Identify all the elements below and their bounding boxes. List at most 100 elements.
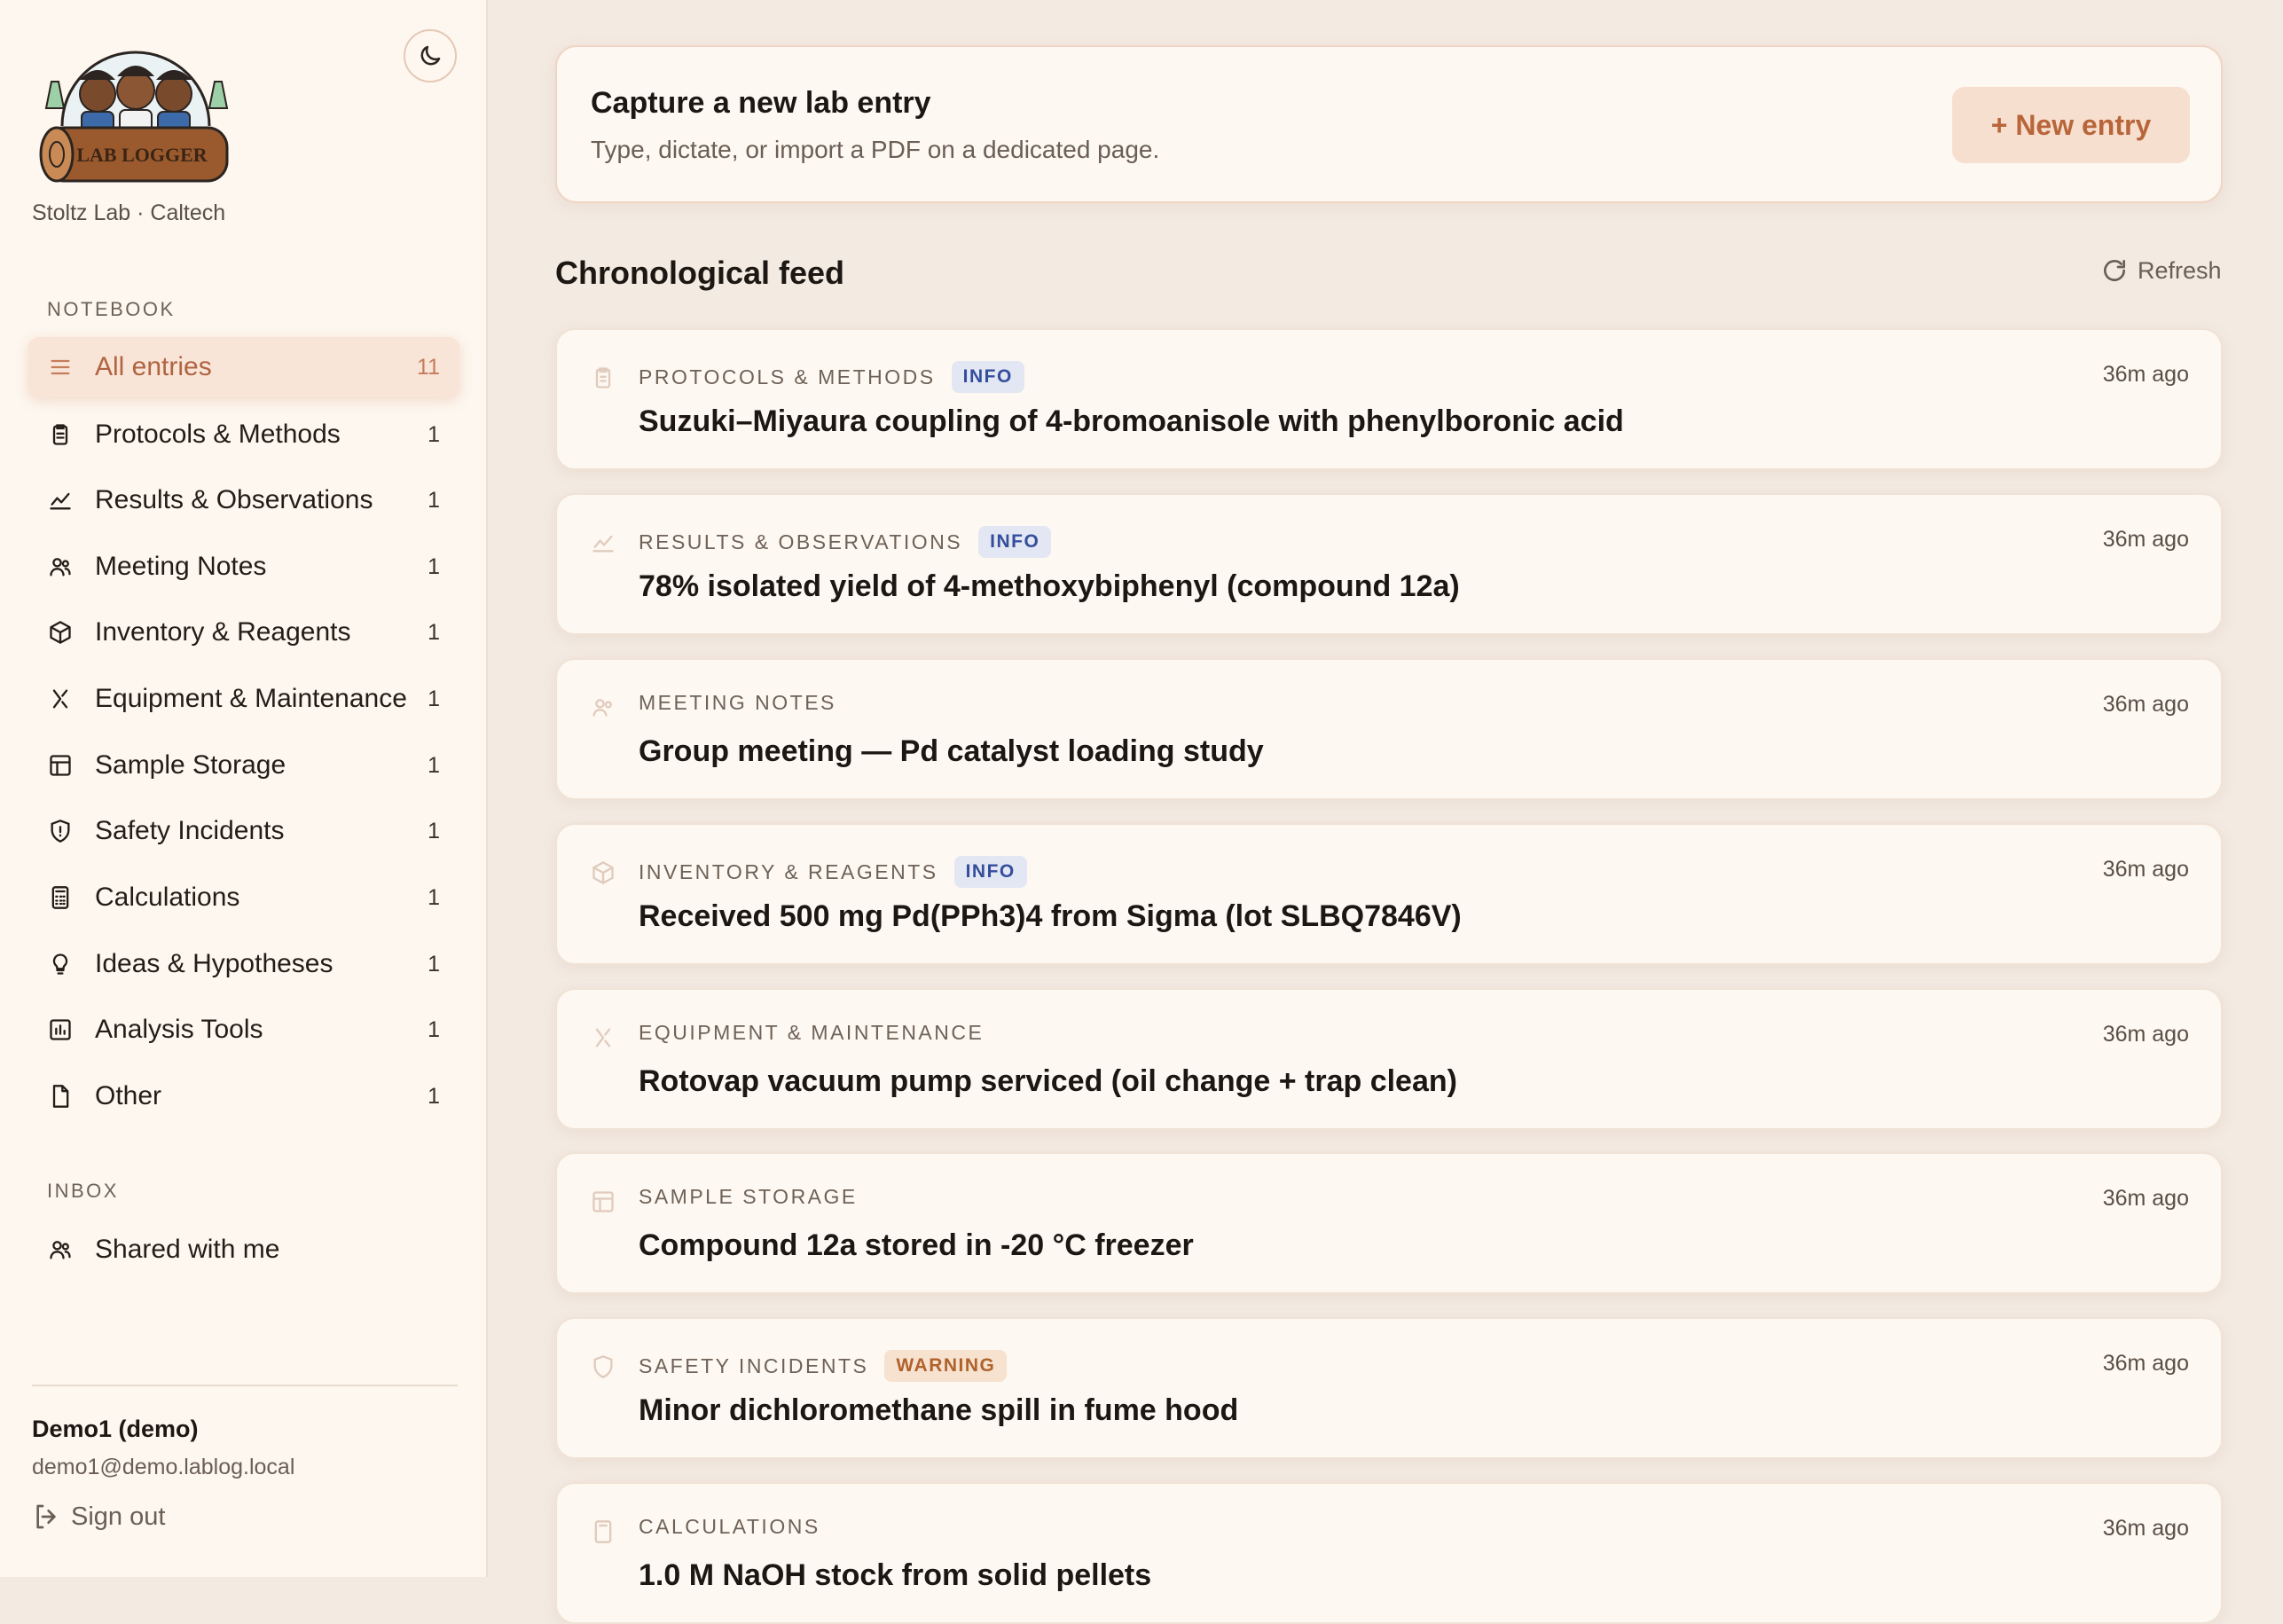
feed-entry-card[interactable]: MEETING NOTES Group meeting — Pd catalys…	[555, 658, 2223, 800]
entry-category: SAFETY INCIDENTS WARNING	[639, 1350, 1008, 1382]
feed-entry-card[interactable]: CALCULATIONS 1.0 M NaOH stock from solid…	[555, 1482, 2223, 1624]
sidebar-item-count: 1	[428, 1016, 440, 1042]
sidebar-item-label: Results & Observations	[95, 485, 373, 514]
entry-timestamp: 36m ago	[2102, 1351, 2189, 1376]
calculator-icon	[48, 885, 73, 910]
file-icon	[48, 1084, 73, 1109]
refresh-label: Refresh	[2138, 256, 2222, 284]
sidebar-item-label: Ideas & Hypotheses	[95, 949, 333, 978]
user-email: demo1@demo.lablog.local	[32, 1455, 295, 1479]
entry-category: INVENTORY & REAGENTS INFO	[639, 856, 1027, 888]
feed-entry-card[interactable]: PROTOCOLS & METHODS INFO Suzuki–Miyaura …	[555, 328, 2223, 470]
notebook-section-label: NOTEBOOK	[47, 298, 176, 320]
entry-category: CALCULATIONS	[639, 1515, 820, 1539]
info-badge: INFO	[978, 526, 1052, 558]
sign-out-label: Sign out	[71, 1502, 166, 1531]
lab-name: Stoltz Lab · Caltech	[32, 200, 226, 225]
sidebar-item-count: 1	[428, 553, 440, 579]
sidebar-item-analysis-tools[interactable]: Analysis Tools 1	[28, 1000, 459, 1060]
warning-badge: WARNING	[884, 1350, 1008, 1382]
calculator-icon	[591, 1519, 616, 1544]
sidebar-item-label: Analysis Tools	[95, 1015, 263, 1044]
theme-toggle-button[interactable]	[404, 29, 457, 82]
feed-entry-card[interactable]: INVENTORY & REAGENTS INFO Received 500 m…	[555, 823, 2223, 965]
entry-timestamp: 36m ago	[2102, 527, 2189, 552]
feed-entry-card[interactable]: SAFETY INCIDENTS WARNING Minor dichlorom…	[555, 1317, 2223, 1459]
sidebar-item-sample-storage[interactable]: Sample Storage 1	[28, 735, 459, 796]
box-icon	[591, 860, 616, 885]
entry-title[interactable]: Received 500 mg Pd(PPh3)4 from Sigma (lo…	[639, 899, 1462, 934]
sidebar-item-count: 11	[417, 354, 440, 380]
sidebar-item-protocols[interactable]: Protocols & Methods 1	[28, 404, 459, 465]
users-icon	[591, 695, 616, 720]
list-icon	[48, 355, 73, 380]
sidebar: LAB LOGGER Stoltz Lab · Caltech NOTEBOOK…	[0, 0, 488, 1577]
sidebar-item-label: All entries	[95, 352, 212, 381]
feed-entry-card[interactable]: EQUIPMENT & MAINTENANCE Rotovap vacuum p…	[555, 988, 2223, 1130]
entry-category: EQUIPMENT & MAINTENANCE	[639, 1021, 984, 1045]
entry-category-label: MEETING NOTES	[639, 691, 836, 714]
sidebar-item-shared-with-me[interactable]: Shared with me	[28, 1220, 459, 1280]
info-badge: INFO	[953, 856, 1027, 888]
sidebar-item-count: 1	[428, 619, 440, 645]
entry-timestamp: 36m ago	[2102, 692, 2189, 717]
clipboard-icon	[48, 422, 73, 447]
sidebar-divider	[32, 1385, 458, 1386]
sidebar-item-equipment[interactable]: Equipment & Maintenance 1	[28, 669, 459, 729]
lightbulb-icon	[48, 952, 73, 977]
sidebar-item-count: 1	[428, 487, 440, 513]
sign-out-icon	[32, 1502, 60, 1531]
entry-category: PROTOCOLS & METHODS INFO	[639, 361, 1024, 393]
sidebar-item-all-entries[interactable]: All entries 11	[28, 337, 459, 397]
entry-title[interactable]: Group meeting — Pd catalyst loading stud…	[639, 734, 1264, 769]
feed-entry-card[interactable]: RESULTS & OBSERVATIONS INFO 78% isolated…	[555, 493, 2223, 635]
bar-chart-icon	[48, 1017, 73, 1042]
box-icon	[48, 620, 73, 645]
entry-category: SAMPLE STORAGE	[639, 1185, 858, 1209]
entry-category-label: SAFETY INCIDENTS	[639, 1353, 869, 1377]
sidebar-item-meeting-notes[interactable]: Meeting Notes 1	[28, 537, 459, 597]
feed-entry-card[interactable]: SAMPLE STORAGE Compound 12a stored in -2…	[555, 1152, 2223, 1294]
entry-title[interactable]: 1.0 M NaOH stock from solid pellets	[639, 1558, 1151, 1593]
entry-category-label: CALCULATIONS	[639, 1515, 820, 1538]
sidebar-item-ideas[interactable]: Ideas & Hypotheses 1	[28, 934, 459, 994]
sidebar-item-other[interactable]: Other 1	[28, 1066, 459, 1126]
trend-chart-icon	[48, 488, 73, 513]
entry-title[interactable]: Compound 12a stored in -20 °C freezer	[639, 1228, 1194, 1263]
entry-title[interactable]: 78% isolated yield of 4-methoxybiphenyl …	[639, 569, 1460, 604]
shield-alert-icon	[48, 819, 73, 843]
entry-timestamp: 36m ago	[2102, 1186, 2189, 1211]
grid-icon	[48, 753, 73, 778]
sidebar-item-calculations[interactable]: Calculations 1	[28, 867, 459, 928]
sidebar-item-label: Calculations	[95, 883, 240, 912]
shield-alert-icon	[591, 1354, 616, 1379]
sidebar-item-count: 1	[428, 951, 440, 977]
capture-title: Capture a new lab entry	[591, 86, 931, 120]
wrench-icon	[48, 686, 73, 711]
entry-title[interactable]: Minor dichloromethane spill in fume hood	[639, 1393, 1238, 1428]
lab-logger-logo[interactable]: LAB LOGGER	[35, 28, 236, 188]
entry-title[interactable]: Rotovap vacuum pump serviced (oil change…	[639, 1064, 1457, 1099]
users-icon	[48, 554, 73, 579]
sign-out-button[interactable]: Sign out	[32, 1499, 165, 1534]
grid-icon	[591, 1189, 616, 1214]
entry-timestamp: 36m ago	[2102, 857, 2189, 882]
sidebar-item-count: 1	[428, 752, 440, 778]
sidebar-item-label: Protocols & Methods	[95, 420, 341, 449]
refresh-button[interactable]: Refresh	[2100, 255, 2222, 286]
refresh-icon	[2100, 256, 2129, 285]
sidebar-item-inventory[interactable]: Inventory & Reagents 1	[28, 602, 459, 663]
user-name: Demo1 (demo)	[32, 1416, 199, 1442]
sidebar-item-count: 1	[428, 884, 440, 910]
clipboard-icon	[591, 365, 616, 390]
sidebar-item-label: Other	[95, 1081, 162, 1110]
sidebar-item-count: 1	[428, 686, 440, 711]
sidebar-item-safety-incidents[interactable]: Safety Incidents 1	[28, 801, 459, 861]
moon-icon	[417, 43, 443, 69]
entry-timestamp: 36m ago	[2102, 1516, 2189, 1541]
sidebar-item-results[interactable]: Results & Observations 1	[28, 470, 459, 530]
sidebar-item-label: Shared with me	[95, 1235, 280, 1264]
entry-category-label: INVENTORY & REAGENTS	[639, 859, 938, 883]
entry-title[interactable]: Suzuki–Miyaura coupling of 4-bromoanisol…	[639, 404, 1624, 439]
new-entry-button[interactable]: + New entry	[1952, 87, 2190, 163]
